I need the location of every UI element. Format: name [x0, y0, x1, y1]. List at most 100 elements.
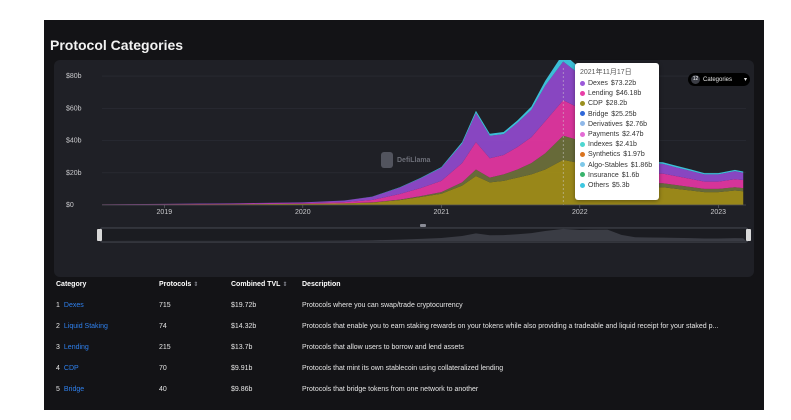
tooltip-item: Lending $46.18b — [580, 89, 654, 99]
tooltip-item-label: CDP — [588, 100, 603, 108]
categories-table: Category Protocols ⇕ Combined TVL ⇕ Descri… — [44, 275, 764, 400]
sort-icon: ⇕ — [282, 282, 288, 288]
categories-count-badge: 12 — [691, 75, 700, 84]
row-tvl: $19.72b — [231, 302, 257, 309]
row-protocols: 715 — [159, 302, 171, 309]
tooltip-item-value: $1.6b — [621, 171, 640, 179]
row-rank: 1 — [56, 302, 60, 309]
tooltip-item-label: Payments — [588, 130, 620, 138]
table-header: Category Protocols ⇕ Combined TVL ⇕ Descri… — [44, 275, 764, 295]
tooltip-item-value: $2.76b — [625, 120, 648, 128]
tooltip-item-value: $1.97b — [623, 151, 645, 159]
zoom-handle-right[interactable] — [746, 229, 751, 241]
tooltip-item-label: Algo-Stables — [588, 161, 628, 169]
row-description: Protocols that enable you to earn stakin… — [302, 323, 719, 330]
y-tick-label: $20b — [66, 170, 82, 177]
table-row: 1 Dexes 715 $19.72b Protocols where you can … — [44, 295, 764, 316]
tooltip-item-label: Derivatives — [588, 120, 623, 128]
tooltip-item-label: Indexes — [588, 141, 613, 149]
legend-dot-icon — [580, 172, 585, 178]
tooltip-item: Indexes $2.41b — [580, 140, 654, 150]
tooltip-item-label: Lending — [588, 90, 613, 98]
sort-icon: ⇕ — [193, 282, 199, 288]
row-category: 3 Lending — [56, 337, 89, 358]
chevron-down-icon: ▾ — [743, 77, 747, 83]
tooltip-item-label: Dexes — [588, 80, 608, 87]
defillama-logo-icon — [381, 152, 393, 168]
chart-card: $0 $20b $40b $60b $80b 2019 2020 2021 2022 2023 1… — [54, 60, 754, 277]
y-tick-label: $0 — [66, 202, 74, 209]
chart-tooltip: 2021年11月17日 Dexes $73.22b Lending $46.18b CD… — [575, 63, 659, 200]
header-protocols[interactable]: Protocols ⇕ — [159, 275, 198, 295]
legend-dot-icon — [580, 111, 585, 117]
legend-dot-icon — [580, 90, 585, 96]
tooltip-item-value: $25.25b — [611, 110, 637, 118]
row-tvl: $13.7b — [231, 344, 253, 351]
legend-dot-icon — [580, 101, 585, 107]
row-tvl: $9.91b — [231, 365, 253, 372]
tooltip-date: 2021年11月17日 — [580, 69, 632, 76]
legend-dot-icon — [580, 131, 585, 137]
categories-dropdown-button[interactable]: 12 Categories ▾ — [688, 73, 750, 86]
row-rank: 2 — [56, 323, 60, 330]
tooltip-item: Dexes $73.22b — [580, 79, 654, 89]
tooltip-item: Synthetics $1.97b — [580, 150, 654, 160]
row-category: 4 CDP — [56, 358, 79, 379]
y-tick-label: $60b — [66, 105, 82, 112]
row-tvl: $9.86b — [231, 386, 253, 393]
header-description: Description — [302, 281, 341, 288]
category-link[interactable]: Lending — [64, 344, 89, 351]
row-description: Protocols where you can swap/trade crypt… — [302, 302, 463, 309]
header-combined-tvl[interactable]: Combined TVL ⇕ — [231, 275, 287, 295]
categories-label: Categories — [703, 76, 733, 83]
legend-dot-icon — [580, 80, 585, 86]
watermark-text: DefiLlama — [397, 156, 431, 164]
table-row: 3 Lending 215 $13.7b Protocols that allow us… — [44, 337, 764, 358]
x-tick-label: 2023 — [711, 209, 727, 216]
x-tick-label: 2020 — [295, 209, 311, 216]
legend-dot-icon — [580, 141, 585, 147]
category-link[interactable]: Liquid Staking — [64, 323, 108, 330]
tooltip-item: Algo-Stables $1.86b — [580, 161, 654, 171]
row-rank: 5 — [56, 386, 60, 393]
y-tick-label: $40b — [66, 138, 82, 145]
row-rank: 4 — [56, 365, 60, 372]
category-link[interactable]: Bridge — [64, 386, 84, 393]
tooltip-item: Others $5.3b — [580, 181, 654, 191]
app-frame: Protocol Categories $0 $20b $40b $60b $80b 20… — [44, 20, 764, 410]
tooltip-item-label: Synthetics — [588, 151, 621, 159]
table-row: 4 CDP 70 $9.91b Protocols that mint its own … — [44, 358, 764, 379]
tooltip-item: Payments $2.47b — [580, 130, 654, 140]
x-tick-label: 2019 — [157, 209, 173, 216]
tooltip-item-value: $28.2b — [605, 100, 628, 108]
x-tick-label: 2022 — [572, 209, 588, 216]
zoom-drag-handle[interactable] — [420, 224, 426, 227]
row-description: Protocols that mint its own stablecoin u… — [302, 365, 504, 372]
header-protocols-label: Protocols — [159, 281, 192, 288]
header-category[interactable]: Category — [56, 275, 86, 295]
legend-dot-icon — [580, 121, 585, 127]
row-category: 2 Liquid Staking — [56, 316, 108, 337]
row-tvl: $14.32b — [231, 323, 257, 330]
row-description: Protocols that bridge tokens from one ne… — [302, 386, 479, 393]
category-link[interactable]: CDP — [64, 365, 79, 372]
tooltip-item-label: Others — [588, 181, 610, 189]
table-row: 2 Liquid Staking 74 $14.32b Protocols that e… — [44, 316, 764, 337]
row-protocols: 70 — [159, 365, 167, 372]
tooltip-item-label: Bridge — [588, 110, 609, 118]
tooltip-item: Derivatives $2.76b — [580, 120, 654, 130]
tooltip-item-value: $1.86b — [630, 161, 653, 169]
tooltip-item: CDP $28.2b — [580, 99, 654, 109]
header-tvl-label: Combined TVL — [231, 281, 281, 288]
tooltip-item-value: $46.18b — [615, 90, 642, 98]
tooltip-item-value: $2.41b — [615, 141, 637, 149]
row-category: 1 Dexes — [56, 295, 84, 316]
category-link[interactable]: Dexes — [64, 302, 84, 309]
tooltip-item-value: $73.22b — [610, 80, 637, 87]
legend-dot-icon — [580, 182, 585, 188]
page-title: Protocol Categories — [50, 37, 184, 53]
zoom-handle-left[interactable] — [97, 229, 102, 241]
legend-dot-icon — [580, 162, 585, 168]
tooltip-item: Insurance $1.6b — [580, 171, 654, 181]
row-category: 5 Bridge — [56, 379, 84, 400]
